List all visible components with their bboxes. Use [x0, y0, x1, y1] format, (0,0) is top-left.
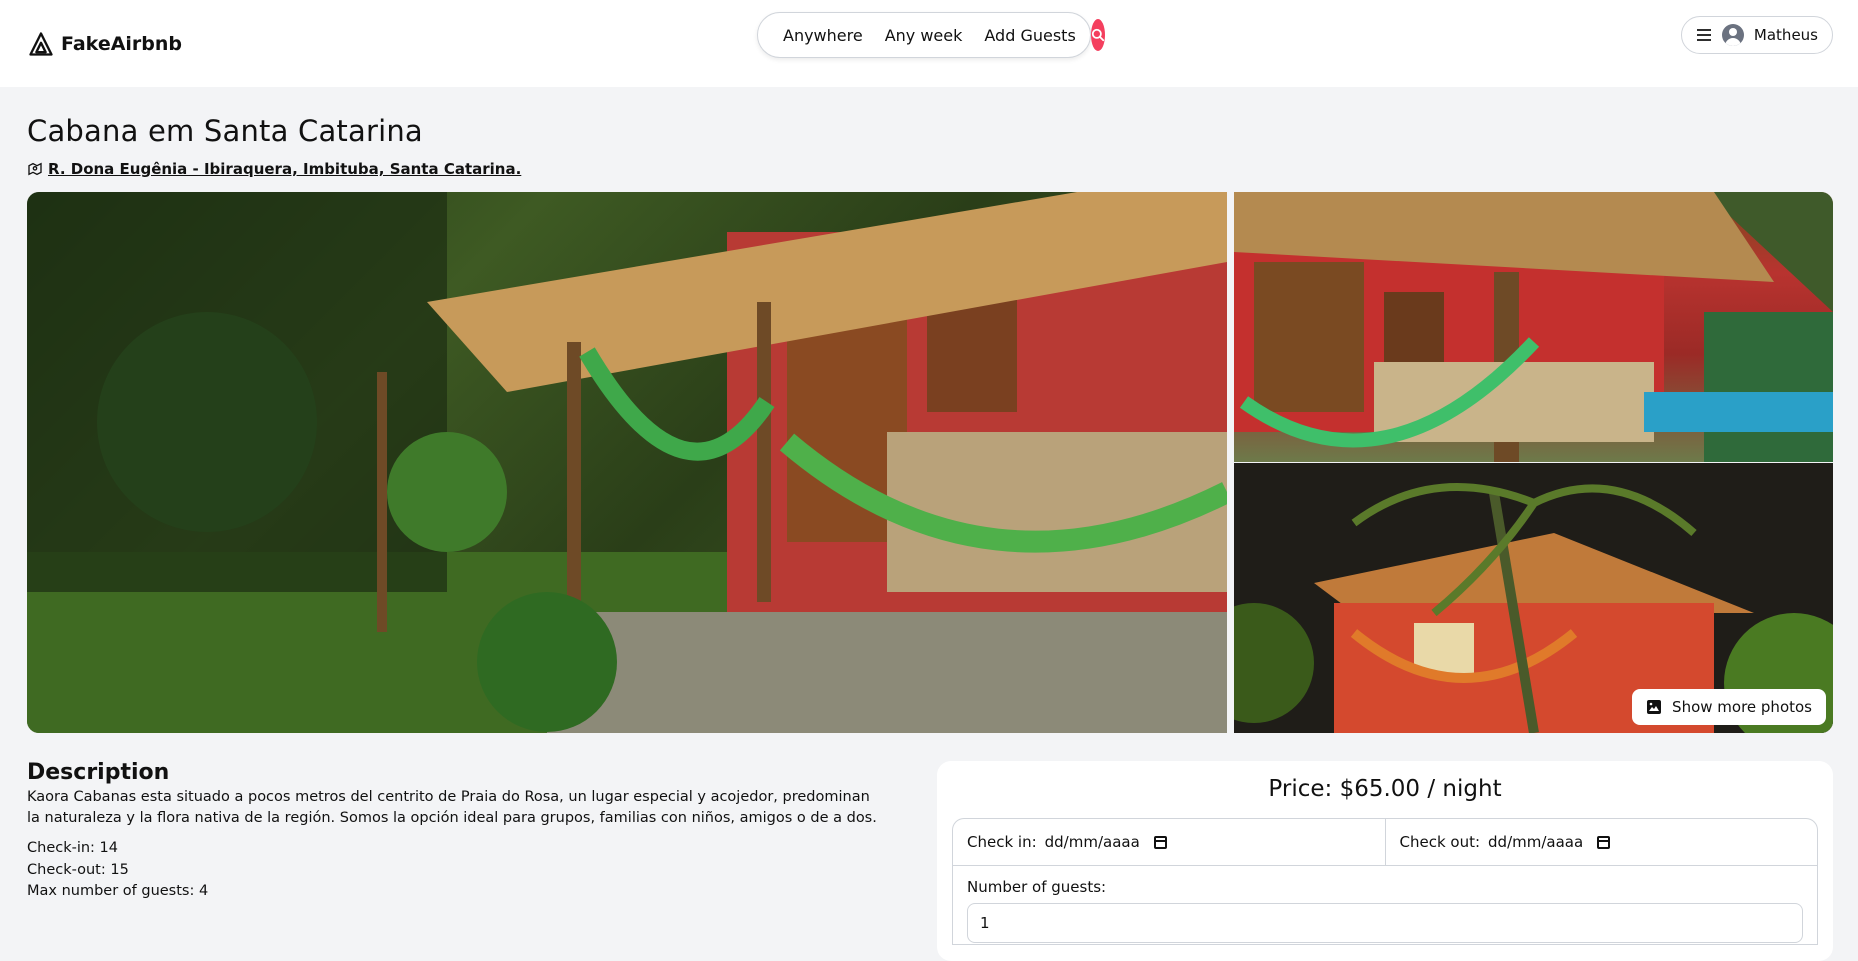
description-text: Kaora Cabanas esta situado a pocos metro…: [27, 789, 877, 826]
check-in-date-input[interactable]: dd/mm/aaaa: [1045, 833, 1167, 851]
check-out-placeholder: dd/mm/aaaa: [1488, 833, 1584, 851]
calendar-icon[interactable]: [1597, 835, 1611, 849]
check-in-placeholder: dd/mm/aaaa: [1044, 833, 1140, 851]
description-section: Description Kaora Cabanas esta situado a…: [27, 760, 887, 903]
logo[interactable]: FakeAirbnb: [27, 30, 182, 58]
map-pin-icon: [28, 162, 42, 176]
secondary-photo-top[interactable]: [1234, 192, 1833, 462]
booking-card: Price: $65.00 / night Check in: dd/mm/aa…: [937, 761, 1833, 961]
listing-address[interactable]: R. Dona Eugênia - Ibiraquera, Imbituba, …: [27, 160, 521, 178]
avatar-icon: [1721, 24, 1744, 46]
logo-text: FakeAirbnb: [61, 32, 183, 55]
main-photo[interactable]: [27, 192, 1227, 733]
top-header: FakeAirbnb Anywhere Any week Add Guests …: [0, 0, 1858, 87]
calendar-icon[interactable]: [1153, 835, 1167, 849]
address-link[interactable]: R. Dona Eugênia - Ibiraquera, Imbituba, …: [48, 160, 521, 178]
listing-title: Cabana em Santa Catarina: [27, 114, 423, 148]
search-button[interactable]: [1090, 19, 1105, 51]
date-selector: Check in: dd/mm/aaaa Check out: dd/mm/aa…: [952, 818, 1818, 865]
search-anywhere[interactable]: Anywhere: [772, 26, 874, 45]
airbnb-logo-icon: [29, 31, 53, 56]
hamburger-menu-icon: [1696, 29, 1711, 41]
main-photo-image: [27, 192, 1227, 733]
search-add-guests[interactable]: Add Guests: [973, 26, 1086, 45]
check-in-field[interactable]: Check in: dd/mm/aaaa: [953, 819, 1385, 865]
check-out-label: Check out:: [1399, 833, 1481, 851]
show-more-photos-button[interactable]: Show more photos: [1632, 689, 1826, 725]
check-in-label: Check in:: [967, 833, 1037, 851]
guests-section: Number of guests: 1: [952, 865, 1818, 945]
check-out-field[interactable]: Check out: dd/mm/aaaa: [1384, 819, 1818, 865]
secondary-photo-top-image: [1234, 192, 1833, 462]
check-out-info: Check-out: 15: [27, 861, 129, 878]
price-per-night: Price: $65.00 / night: [1268, 776, 1502, 802]
user-menu-button[interactable]: Matheus: [1680, 16, 1833, 54]
max-guests-info: Max number of guests: 4: [27, 883, 209, 899]
show-more-photos-label: Show more photos: [1672, 698, 1812, 716]
guests-input[interactable]: 1: [967, 903, 1803, 943]
image-icon: [1647, 700, 1662, 714]
check-out-date-input[interactable]: dd/mm/aaaa: [1488, 833, 1611, 851]
check-in-info: Check-in: 14: [27, 840, 119, 856]
photo-gallery: Show more photos: [27, 192, 1833, 733]
description-heading: Description: [27, 760, 170, 785]
search-any-week[interactable]: Any week: [874, 26, 974, 45]
secondary-photo-bottom[interactable]: Show more photos: [1234, 463, 1833, 733]
search-bar[interactable]: Anywhere Any week Add Guests: [757, 12, 1105, 58]
search-icon: [1091, 28, 1104, 42]
guests-label: Number of guests:: [967, 878, 1107, 896]
user-name: Matheus: [1753, 26, 1818, 44]
